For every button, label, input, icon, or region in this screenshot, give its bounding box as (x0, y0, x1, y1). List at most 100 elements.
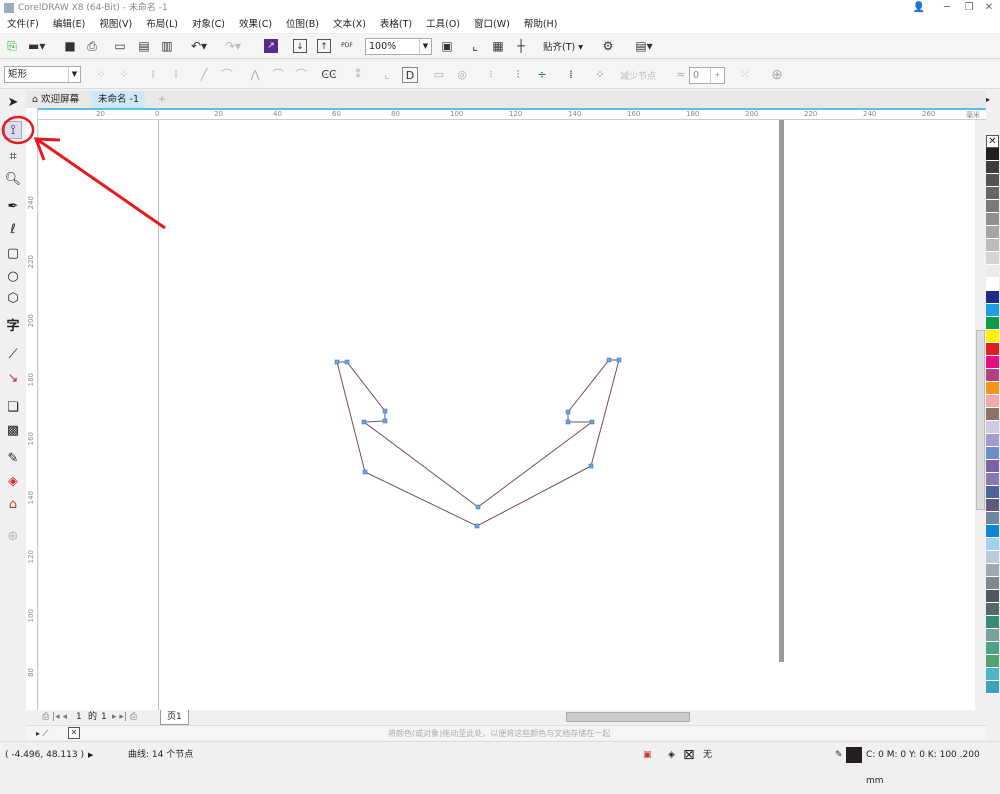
page-first-icons[interactable]: ⎙ |◂ ◂ (42, 710, 67, 724)
interactive-fill-icon[interactable]: ◈ (4, 473, 22, 491)
curve-object[interactable] (39, 120, 975, 710)
color-swatch[interactable] (986, 161, 999, 174)
add-node-icon[interactable]: ⁘ (93, 67, 109, 83)
menu-layout[interactable]: 布局(L) (139, 16, 185, 33)
color-swatch[interactable] (986, 434, 999, 447)
close-curve-icon[interactable]: D (402, 67, 418, 83)
curve-node[interactable] (362, 469, 368, 475)
tab-document[interactable]: 未命名 -1 (92, 91, 145, 108)
color-swatch[interactable] (986, 174, 999, 187)
color-swatch[interactable] (986, 668, 999, 681)
menu-bitmaps[interactable]: 位图(B) (279, 16, 326, 33)
color-swatch[interactable] (986, 395, 999, 408)
align-nodes-icon[interactable]: ⁝ (483, 67, 499, 83)
text-tool-icon[interactable]: 字 (4, 318, 22, 336)
horizontal-scroll-thumb[interactable] (566, 712, 690, 722)
curve-node[interactable] (589, 419, 595, 425)
show-rulers-icon[interactable]: ⌞ (468, 39, 482, 53)
add-icon[interactable]: ⊕ (769, 67, 785, 83)
palette-menu-icon[interactable]: ▸ (986, 95, 990, 104)
color-swatch[interactable] (986, 642, 999, 655)
connector-tool-icon[interactable]: ↘ (4, 370, 22, 388)
new-tab-button[interactable]: + (152, 91, 172, 108)
curve-node[interactable] (344, 359, 350, 365)
no-color-swatch[interactable]: ✕ (986, 135, 999, 148)
color-swatch[interactable] (986, 512, 999, 525)
publish-pdf-icon[interactable]: PDF (340, 39, 354, 53)
color-swatch[interactable] (986, 421, 999, 434)
menu-object[interactable]: 对象(C) (185, 16, 232, 33)
menu-view[interactable]: 视图(V) (92, 16, 139, 33)
color-swatch[interactable] (986, 278, 999, 291)
rotate-nodes-icon[interactable]: ◎ (454, 67, 470, 83)
color-swatch[interactable] (986, 291, 999, 304)
zoom-level-select[interactable]: 100% ▼ (365, 38, 432, 55)
color-swatch[interactable] (986, 187, 999, 200)
color-swatch[interactable] (986, 200, 999, 213)
vertical-ruler[interactable]: 2402202001801601401201008060 (26, 108, 38, 736)
object-type-select[interactable]: 矩形 ▼ (4, 66, 81, 83)
join-nodes-icon[interactable]: ⁞ (145, 67, 161, 83)
color-swatch[interactable] (986, 226, 999, 239)
color-swatch[interactable] (986, 304, 999, 317)
page-next-icons[interactable]: ▸ ▸| ⎙ (112, 710, 137, 724)
closed-curve[interactable] (336, 359, 620, 527)
ellipse-tool-icon[interactable]: ○ (4, 268, 22, 286)
vertical-reflect-icon[interactable]: ÷ (534, 67, 550, 83)
print-icon[interactable]: ⎙ (85, 39, 99, 53)
freehand-tool-icon[interactable]: ✒ (4, 198, 22, 216)
curve-smoothness-input[interactable]: 0 + (689, 67, 725, 84)
zoom-tool-icon[interactable]: 🔍︎ (4, 171, 22, 189)
transparency-tool-icon[interactable]: ▩ (4, 422, 22, 440)
smart-fill-icon[interactable]: ⌂ (4, 496, 22, 514)
color-proofing-icon[interactable]: ▣ (643, 742, 652, 768)
menu-help[interactable]: 帮助(H) (517, 16, 565, 33)
restore-button[interactable]: ❐ (958, 0, 980, 16)
horizontal-ruler[interactable]: 20 0 20 40 60 80 100 120 140 160 180 200 220 240 260 毫米 (38, 108, 986, 120)
color-swatch[interactable] (986, 616, 999, 629)
drawing-canvas[interactable] (39, 120, 975, 710)
color-swatch[interactable] (986, 590, 999, 603)
page-tab[interactable]: 页1 (160, 710, 189, 725)
color-swatch[interactable] (986, 447, 999, 460)
open-icon[interactable]: ▬▾ (28, 39, 45, 53)
show-guidelines-icon[interactable]: ┼ (514, 39, 528, 53)
color-swatch[interactable] (986, 356, 999, 369)
color-swatch[interactable] (986, 239, 999, 252)
vertical-scrollbar[interactable] (975, 120, 986, 710)
color-swatch[interactable] (986, 330, 999, 343)
docpal-controls[interactable]: ▸ ⟋ (36, 726, 48, 741)
selection-marquee-icon[interactable]: ⁙ (737, 67, 753, 83)
color-swatch[interactable] (986, 382, 999, 395)
color-swatch[interactable] (986, 252, 999, 265)
status-expand-icon[interactable]: ▶ (88, 742, 93, 768)
color-swatch[interactable] (986, 148, 999, 161)
export-icon[interactable]: ↑ (317, 39, 331, 53)
no-color-swatch[interactable]: ✕ (68, 727, 80, 739)
menu-table[interactable]: 表格(T) (373, 16, 419, 33)
parallel-dimension-icon[interactable]: ⟋ (4, 346, 22, 364)
color-swatch[interactable] (986, 564, 999, 577)
color-swatch[interactable] (986, 577, 999, 590)
outline-color-swatch[interactable] (846, 747, 862, 763)
menu-effects[interactable]: 效果(C) (232, 16, 279, 33)
curve-node[interactable] (588, 463, 594, 469)
curve-node[interactable] (361, 419, 367, 425)
color-swatch[interactable] (986, 681, 999, 694)
to-line-icon[interactable]: ╱ (196, 67, 212, 83)
curve-node[interactable] (382, 418, 388, 424)
close-button[interactable]: ✕ (978, 0, 1000, 16)
curve-node[interactable] (565, 409, 571, 415)
extract-subpath-icon[interactable]: ⌞ (379, 67, 395, 83)
curve-node[interactable] (382, 408, 388, 414)
menu-text[interactable]: 文本(X) (326, 16, 373, 33)
copy-icon[interactable]: ▤ (137, 39, 151, 53)
curve-node[interactable] (474, 523, 480, 529)
color-swatch[interactable] (986, 629, 999, 642)
select-all-nodes-icon[interactable]: ⁘ (592, 67, 608, 83)
shape-tool-icon[interactable]: ⟟ (4, 121, 22, 139)
stretch-nodes-icon[interactable]: ▭ (431, 67, 447, 83)
color-swatch[interactable] (986, 408, 999, 421)
polygon-tool-icon[interactable]: ⬡ (4, 290, 22, 308)
import-icon[interactable]: ↓ (293, 39, 307, 53)
